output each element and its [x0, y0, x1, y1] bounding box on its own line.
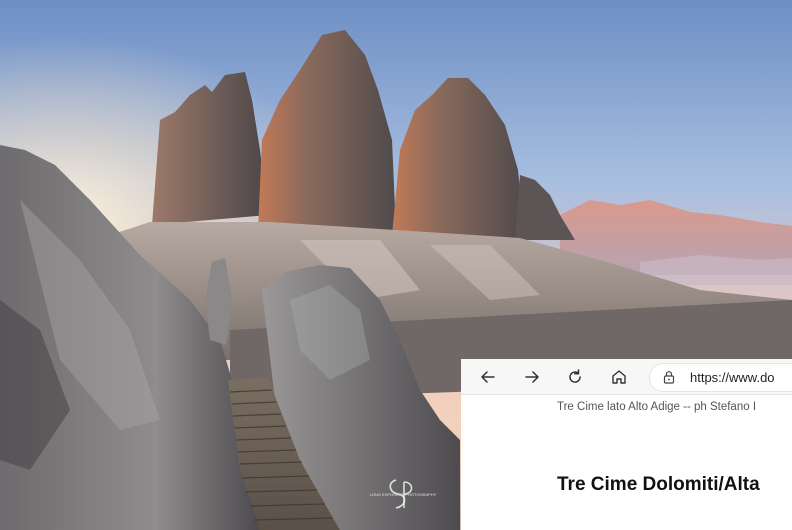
- browser-window: https://www.do Tre Cime lato Alto Adige …: [461, 359, 792, 530]
- browser-toolbar: https://www.do: [461, 359, 792, 395]
- home-button[interactable]: [606, 364, 632, 390]
- watermark-text: LONG EXPOSURE PHOTOGRAPHY: [370, 492, 437, 497]
- arrow-left-icon: [481, 371, 495, 383]
- back-button[interactable]: [475, 364, 501, 390]
- reload-button[interactable]: [562, 364, 588, 390]
- forward-button[interactable]: [519, 364, 545, 390]
- photographer-watermark: LONG EXPOSURE PHOTOGRAPHY: [370, 479, 437, 509]
- address-bar[interactable]: https://www.do: [649, 363, 792, 392]
- image-caption: Tre Cime lato Alto Adige -- ph Stefano I: [557, 401, 757, 413]
- lock-icon: [663, 371, 675, 384]
- url-text[interactable]: https://www.do: [690, 370, 775, 385]
- arrow-right-icon: [525, 371, 539, 383]
- home-icon: [612, 370, 626, 384]
- reload-icon: [569, 369, 581, 383]
- page-heading: Tre Cime Dolomiti/Alta: [557, 474, 760, 495]
